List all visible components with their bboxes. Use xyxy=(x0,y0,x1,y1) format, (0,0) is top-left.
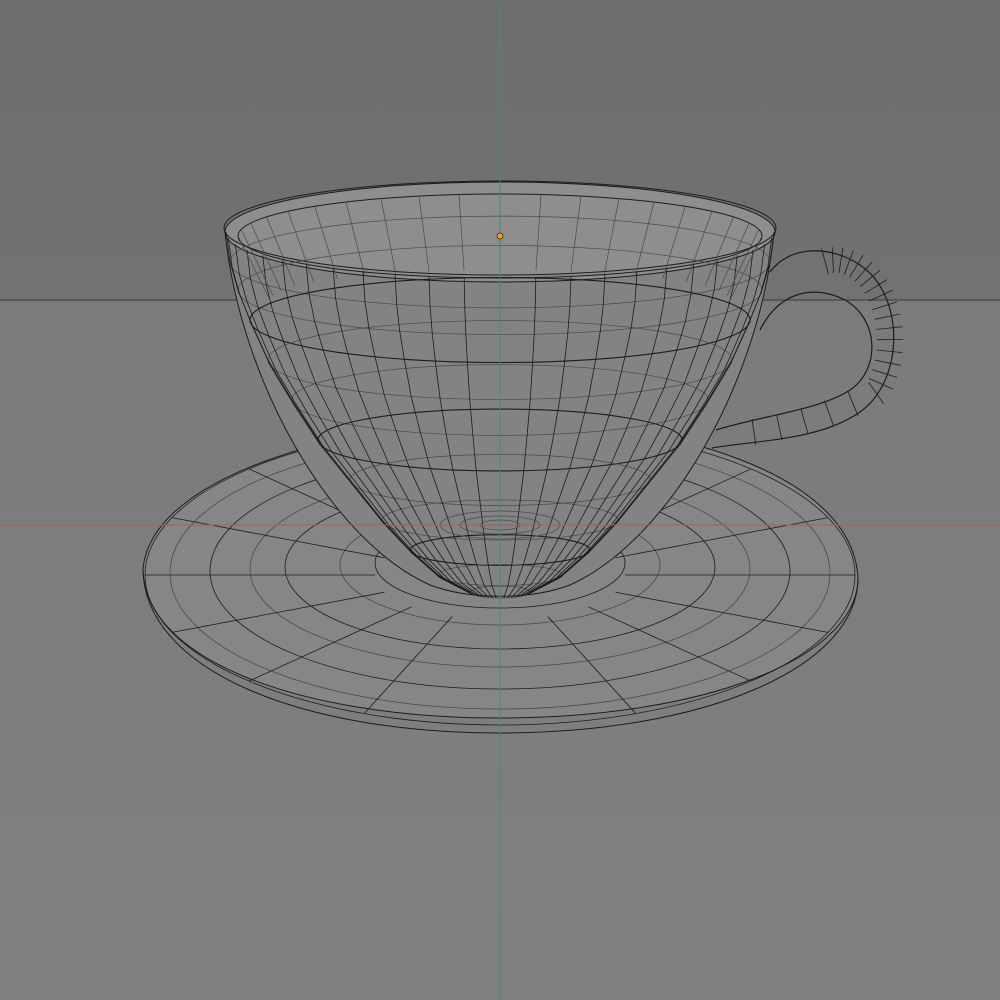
handle-section-edge xyxy=(876,349,903,353)
handle-section-edge xyxy=(776,414,783,441)
handle-section-edge xyxy=(872,301,898,311)
handle-section-edge xyxy=(872,369,898,378)
handle-section-edge xyxy=(843,250,854,275)
handle-section-edge xyxy=(868,382,885,404)
wireframe-scene[interactable] xyxy=(0,0,1000,1000)
handle-section-edge xyxy=(847,391,859,416)
handle-section-edge xyxy=(868,289,893,302)
origin-dot-icon[interactable] xyxy=(496,232,504,240)
handle-section-edge xyxy=(824,400,834,426)
handle-section-edge xyxy=(831,247,834,274)
handle-section-edge xyxy=(800,408,809,434)
handle-section-edge xyxy=(874,313,901,320)
handle-section-edge xyxy=(751,419,757,445)
3d-viewport[interactable] xyxy=(0,0,1000,1000)
handle-section-edge xyxy=(821,248,829,275)
handle-section-edge xyxy=(838,247,844,274)
handle-section-edge xyxy=(874,359,901,366)
handle-section-edge xyxy=(876,326,903,330)
